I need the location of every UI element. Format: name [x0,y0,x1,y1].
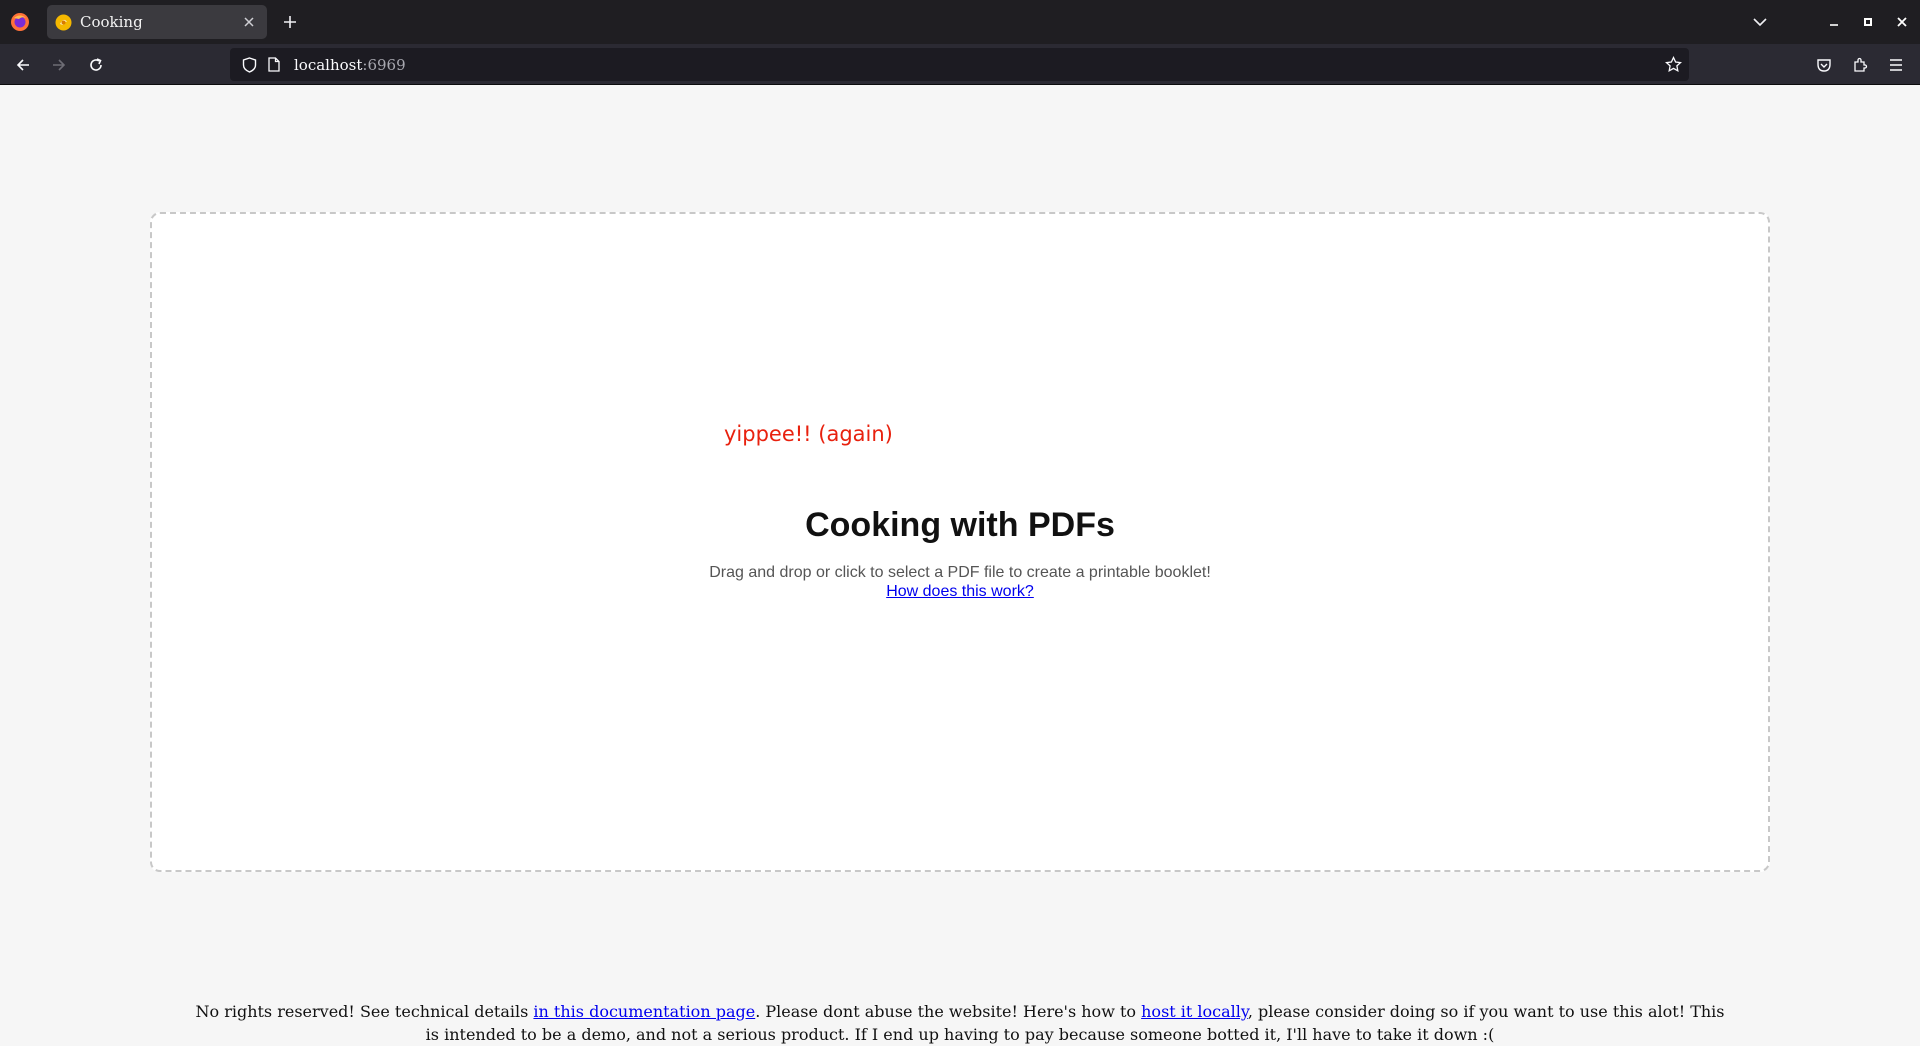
how-it-works-container: How does this work? [152,583,1768,601]
page-content: yippee!! (again) Cooking with PDFs Drag … [0,85,1920,1046]
reload-icon[interactable] [83,52,109,78]
url-host: localhost [294,55,363,74]
page-icon[interactable] [266,56,282,74]
minimize-icon[interactable] [1822,10,1846,34]
close-icon[interactable] [237,10,261,34]
dropzone-instructions: Drag and drop or click to select a PDF f… [709,564,1211,581]
window-close-icon[interactable] [1890,10,1914,34]
pocket-icon[interactable] [1811,52,1837,78]
cooking-favicon-icon [55,14,72,31]
tab-title: Cooking [80,13,143,31]
footer-notice: No rights reserved! See technical detail… [190,1000,1730,1046]
chevron-down-icon[interactable] [1748,10,1772,34]
footer-text-1: No rights reserved! See technical detail… [195,1002,534,1021]
star-icon[interactable] [1663,54,1683,74]
yippee-text: yippee!! (again) [724,422,893,446]
tab-cooking[interactable]: Cooking [47,5,267,39]
pdf-dropzone[interactable]: yippee!! (again) Cooking with PDFs Drag … [150,212,1770,872]
documentation-link[interactable]: in this documentation page [533,1002,755,1021]
host-locally-link[interactable]: host it locally [1141,1002,1248,1021]
navigation-toolbar: localhost:6969 [0,44,1920,85]
plus-icon[interactable] [278,10,302,34]
back-arrow-icon[interactable] [10,52,36,78]
footer-text-2: . Please dont abuse the website! Here's … [755,1002,1142,1021]
url-text[interactable]: localhost:6969 [294,56,406,74]
tab-strip: Cooking [0,0,1920,44]
firefox-icon[interactable] [10,12,30,32]
url-bar[interactable]: localhost:6969 [230,48,1689,81]
maximize-icon[interactable] [1856,10,1880,34]
shield-icon[interactable] [240,56,258,74]
how-it-works-link[interactable]: How does this work? [886,583,1034,600]
url-port: :6969 [362,55,406,74]
page-title: Cooking with PDFs [805,506,1115,544]
puzzle-icon[interactable] [1847,52,1873,78]
forward-arrow-icon[interactable] [46,52,72,78]
hamburger-menu-icon[interactable] [1883,52,1909,78]
